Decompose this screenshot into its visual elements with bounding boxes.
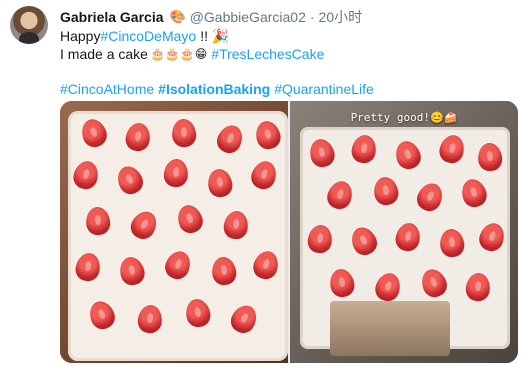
- strawberry-shape: [173, 201, 207, 237]
- strawberry-shape: [391, 137, 425, 173]
- tweet-timestamp[interactable]: 20小时: [319, 8, 363, 26]
- strawberry-shape: [170, 118, 198, 148]
- cake-image: [68, 111, 288, 361]
- tweet-text: I made a cake: [60, 46, 148, 62]
- cake-photo-right[interactable]: Pretty good!😊🍰: [290, 101, 518, 363]
- strawberry-shape: [327, 266, 357, 300]
- author-handle[interactable]: @GabbieGarcia02: [190, 8, 306, 26]
- strawberry-shape: [252, 118, 284, 152]
- hashtag-link[interactable]: #IsolationBaking: [158, 80, 270, 98]
- strawberry-shape: [371, 175, 401, 207]
- cake-emoji-icon: 🎂🎂🎂😁: [149, 47, 208, 61]
- strawberry-shape: [222, 209, 250, 241]
- tweet-body: Happy #CincoDeMayo !! 🎉 I made a cake 🎂🎂…: [60, 27, 378, 98]
- strawberry-shape: [438, 227, 466, 259]
- strawberry-shape: [162, 158, 190, 188]
- hashtag-link[interactable]: #TresLechesCake: [211, 45, 324, 63]
- strawberry-shape: [417, 265, 451, 301]
- cut-cake-slice: [330, 301, 450, 356]
- strawberry-shape: [136, 303, 164, 335]
- tweet-header: Gabriela Garcia 🎨 @GabbieGarcia02 · 20小时: [60, 8, 362, 26]
- strawberry-shape: [205, 167, 235, 199]
- strawberry-shape: [73, 250, 103, 284]
- strawberry-shape: [372, 269, 404, 305]
- strawberry-shape: [475, 219, 509, 255]
- tweet-line-1: Happy #CincoDeMayo !! 🎉: [60, 27, 378, 45]
- strawberry-shape: [116, 254, 148, 288]
- strawberry-shape: [210, 255, 238, 287]
- strawberry-shape: [476, 142, 504, 172]
- palette-emoji-icon: 🎨: [169, 9, 186, 24]
- strawberry-shape: [247, 157, 281, 193]
- strawberry-shape: [464, 271, 492, 303]
- strawberry-shape: [77, 115, 111, 151]
- strawberry-shape: [347, 223, 381, 259]
- tweet-hashtags-line: #CincoAtHome #IsolationBaking #Quarantin…: [60, 80, 378, 98]
- strawberry-shape: [413, 179, 447, 215]
- strawberry-shape: [458, 175, 490, 211]
- tweet-text: Happy: [60, 28, 101, 44]
- hashtag-link[interactable]: #CincoDeMayo: [100, 27, 196, 45]
- strawberry-shape: [349, 133, 379, 165]
- strawberry-shape: [436, 132, 468, 166]
- strawberry-shape: [84, 206, 112, 236]
- strawberry-shape: [306, 136, 338, 170]
- hashtag-link[interactable]: #CincoAtHome: [60, 80, 154, 98]
- strawberry-shape: [213, 121, 247, 157]
- strawberry-shape: [70, 158, 102, 192]
- strawberry-shape: [183, 296, 213, 330]
- tweet-media-grid: Pretty good!😊🍰: [60, 101, 518, 363]
- tweet-text: !! 🎉: [200, 28, 230, 44]
- strawberry-shape: [161, 247, 195, 283]
- strawberry-shape: [393, 220, 423, 254]
- tweet-line-2: I made a cake 🎂🎂🎂😁 #TresLechesCake: [60, 45, 378, 63]
- author-name[interactable]: Gabriela Garcia: [60, 8, 164, 26]
- strawberry-shape: [250, 247, 282, 283]
- strawberry-shape: [85, 297, 119, 333]
- strawberry-shape: [126, 206, 162, 244]
- strawberry-shape: [226, 301, 262, 337]
- header-separator: ·: [309, 9, 315, 25]
- strawberry-shape: [306, 223, 334, 255]
- photo-caption-overlay: Pretty good!😊🍰: [350, 111, 458, 124]
- strawberry-shape: [113, 162, 147, 198]
- author-avatar[interactable]: [10, 6, 48, 44]
- cake-photo-left[interactable]: [60, 101, 288, 363]
- hashtag-link[interactable]: #QuarantineLife: [274, 80, 374, 98]
- strawberry-shape: [123, 121, 153, 153]
- strawberry-shape: [323, 177, 357, 213]
